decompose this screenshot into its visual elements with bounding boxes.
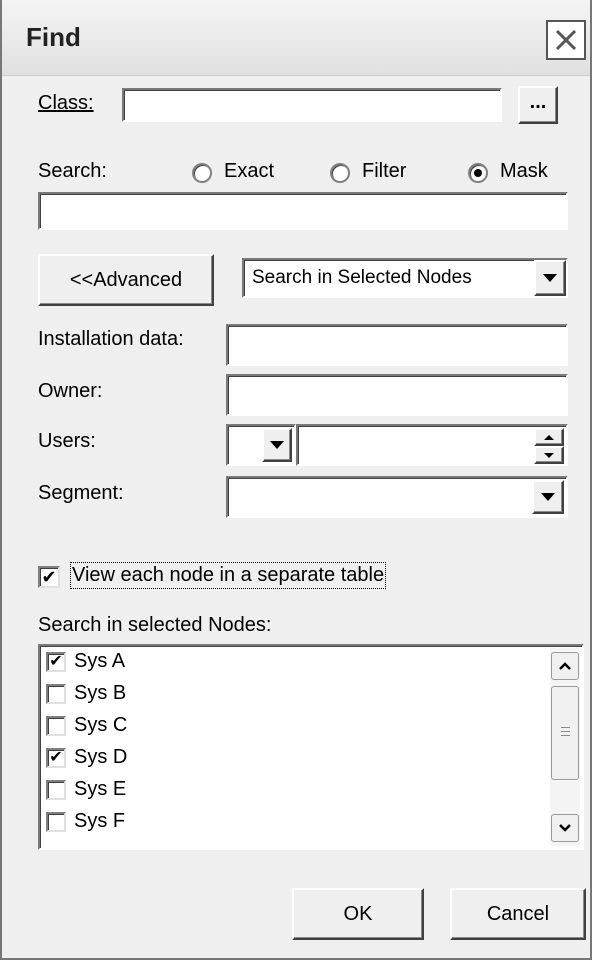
nodes-list[interactable]: ✔ Sys A Sys B Sys C ✔ Sys D Sys E Sys F [38,644,584,850]
list-item[interactable]: Sys C [44,712,544,744]
advanced-button[interactable]: <<Advanced [38,254,214,306]
list-item[interactable]: Sys F [44,808,544,840]
find-dialog: Find Class: ... Search: Exact Filter Mas… [0,0,592,960]
close-button[interactable] [546,20,586,60]
chevron-down-icon [270,441,284,449]
ok-button[interactable]: OK [292,888,424,940]
node-name: Sys F [74,810,126,832]
nodes-scrollbar[interactable] [550,648,580,846]
class-browse-button[interactable]: ... [518,86,558,124]
window-title: Find [26,22,81,52]
list-item[interactable]: Sys B [44,680,544,712]
view-separate-label[interactable]: View each node in a separate table [69,562,387,589]
node-name: Sys E [74,778,127,800]
node-checkbox[interactable]: ✔ [46,748,66,768]
chevron-down-icon [559,824,571,832]
segment-dropdown-button[interactable] [532,480,564,514]
search-label: Search: [38,160,107,182]
scroll-up-button[interactable] [551,652,579,680]
list-item[interactable]: Sys E [44,776,544,808]
node-name: Sys C [74,714,128,736]
node-checkbox[interactable] [46,684,66,704]
radio-filter[interactable] [330,163,350,183]
users-input[interactable] [296,424,568,466]
node-name: Sys A [74,650,126,672]
search-input[interactable] [38,192,568,230]
chevron-up-icon [544,434,554,440]
chevron-down-icon [543,274,557,282]
users-operator-select[interactable] [226,424,296,466]
node-checkbox[interactable] [46,780,66,800]
radio-exact-label[interactable]: Exact [224,160,274,183]
installation-data-label: Installation data: [38,328,184,350]
node-checkbox[interactable] [46,812,66,832]
cancel-button[interactable]: Cancel [450,888,586,940]
title-bar: Find [2,0,590,76]
search-scope-select[interactable]: Search in Selected Nodes [242,258,568,298]
scroll-down-button[interactable] [551,814,579,842]
radio-mask-label[interactable]: Mask [500,160,548,183]
chevron-down-icon [541,493,555,501]
view-separate-checkbox[interactable]: ✔ [38,566,60,588]
segment-label: Segment: [38,482,124,504]
installation-data-input[interactable] [226,324,568,366]
list-item[interactable]: ✔ Sys A [44,648,544,680]
users-spin-down[interactable] [534,446,564,464]
users-operator-dropdown-button[interactable] [262,428,292,462]
radio-filter-label[interactable]: Filter [362,160,406,183]
checkmark-icon: ✔ [41,567,57,587]
checkmark-icon: ✔ [49,653,63,670]
scroll-thumb[interactable] [551,686,579,780]
close-icon [555,29,577,51]
owner-input[interactable] [226,374,568,416]
users-label: Users: [38,430,96,452]
node-name: Sys B [74,682,127,704]
node-checkbox[interactable]: ✔ [46,652,66,672]
class-label: Class: [38,92,94,114]
chevron-up-icon [559,662,571,670]
checkmark-icon: ✔ [49,749,63,766]
class-input[interactable] [122,88,502,122]
owner-label: Owner: [38,380,103,402]
search-scope-dropdown-button[interactable] [534,260,566,296]
chevron-down-icon [544,452,554,458]
nodes-list-label: Search in selected Nodes: [38,614,272,636]
radio-mask[interactable] [468,163,488,183]
node-checkbox[interactable] [46,716,66,736]
segment-select[interactable] [226,476,568,518]
node-name: Sys D [74,746,128,768]
users-spin-up[interactable] [534,428,564,446]
radio-exact[interactable] [192,163,212,183]
list-item[interactable]: ✔ Sys D [44,744,544,776]
